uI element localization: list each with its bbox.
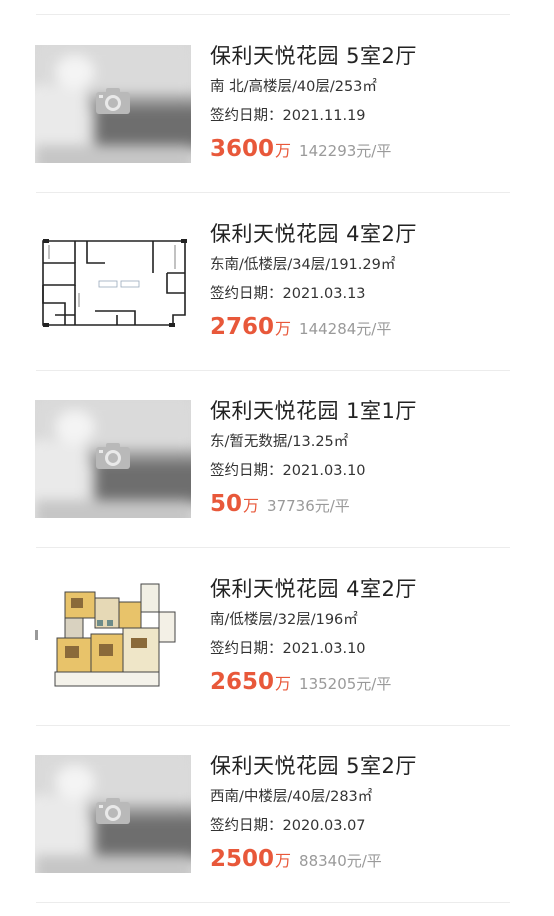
- listing-info: 保利天悦花园 4室2厅 南/低楼层/32层/196㎡ 签约日期：2021.03.…: [210, 574, 530, 699]
- listing-item[interactable]: 保利天悦花园 4室2厅 南/低楼层/32层/196㎡ 签约日期：2021.03.…: [0, 548, 554, 726]
- listing-meta: 南/低楼层/32层/196㎡: [210, 612, 358, 628]
- sign-date-label: 签约日期：: [210, 463, 283, 479]
- listing-meta: 东南/低楼层/34层/191.29㎡: [210, 257, 396, 273]
- price-row: 3600万 142293元/平: [210, 134, 530, 166]
- unit-price: 142293元/平: [299, 142, 392, 160]
- listing-thumbnail[interactable]: [35, 755, 191, 873]
- price-row: 2650万 135205元/平: [210, 667, 530, 699]
- sign-date-value: 2021.03.10: [282, 463, 366, 479]
- floor-plan-image: [35, 583, 176, 687]
- sign-date-label: 签约日期：: [210, 818, 283, 834]
- sign-date: 签约日期：2021.11.19: [210, 106, 530, 126]
- sign-date: 签约日期：2021.03.10: [210, 639, 530, 659]
- price-row: 50万 37736元/平: [210, 489, 530, 521]
- total-price: 2650: [210, 669, 275, 695]
- listing-meta: 西南/中楼层/40层/283㎡: [210, 789, 373, 805]
- listing-title: 保利天悦花园 1室1厅: [210, 399, 417, 423]
- total-price: 50: [210, 491, 243, 517]
- sign-date-label: 签约日期：: [210, 641, 283, 657]
- sign-date: 签约日期：2021.03.10: [210, 461, 530, 481]
- listing-info: 保利天悦花园 1室1厅 东/暂无数据/13.25㎡ 签约日期：2021.03.1…: [210, 396, 530, 521]
- price-unit: 万: [275, 851, 292, 870]
- unit-price: 88340元/平: [299, 852, 382, 870]
- listing-thumbnail[interactable]: [35, 45, 191, 163]
- listing-title: 保利天悦花园 4室2厅: [210, 577, 417, 601]
- listing-thumbnail[interactable]: [35, 400, 191, 518]
- sign-date: 签约日期：2021.03.13: [210, 284, 530, 304]
- sign-date: 签约日期：2020.03.07: [210, 816, 530, 836]
- sign-date-value: 2020.03.07: [282, 818, 366, 834]
- listing-meta: 东/暂无数据/13.25㎡: [210, 434, 349, 450]
- camera-icon: [96, 88, 130, 114]
- price-row: 2500万 88340元/平: [210, 844, 530, 876]
- price-unit: 万: [243, 496, 260, 515]
- price-unit: 万: [275, 141, 292, 160]
- divider: [36, 902, 510, 903]
- total-price: 2760: [210, 314, 275, 340]
- price-unit: 万: [275, 319, 292, 338]
- camera-icon: [96, 443, 130, 469]
- unit-price: 135205元/平: [299, 675, 392, 693]
- listing-item[interactable]: 保利天悦花园 5室2厅 西南/中楼层/40层/283㎡ 签约日期：2020.03…: [0, 725, 554, 903]
- listing-item[interactable]: 保利天悦花园 5室2厅 南 北/高楼层/40层/253㎡ 签约日期：2021.1…: [0, 15, 554, 193]
- unit-price: 37736元/平: [267, 497, 350, 515]
- floor-plan-image: [42, 239, 187, 327]
- total-price: 3600: [210, 136, 275, 162]
- listing-thumbnail[interactable]: [35, 578, 191, 696]
- listing-title: 保利天悦花园 5室2厅: [210, 754, 417, 778]
- listing-item[interactable]: 保利天悦花园 4室2厅 东南/低楼层/34层/191.29㎡ 签约日期：2021…: [0, 193, 554, 371]
- sign-date-value: 2021.03.13: [282, 286, 366, 302]
- listing-info: 保利天悦花园 5室2厅 南 北/高楼层/40层/253㎡ 签约日期：2021.1…: [210, 41, 530, 166]
- price-row: 2760万 144284元/平: [210, 312, 530, 344]
- unit-price: 144284元/平: [299, 320, 392, 338]
- sign-date-label: 签约日期：: [210, 286, 283, 302]
- listing-meta: 南 北/高楼层/40层/253㎡: [210, 79, 377, 95]
- listing-title: 保利天悦花园 4室2厅: [210, 222, 417, 246]
- sign-date-value: 2021.11.19: [282, 108, 366, 124]
- listing-item[interactable]: 保利天悦花园 1室1厅 东/暂无数据/13.25㎡ 签约日期：2021.03.1…: [0, 370, 554, 548]
- listing-info: 保利天悦花园 5室2厅 西南/中楼层/40层/283㎡ 签约日期：2020.03…: [210, 751, 530, 876]
- transaction-list: 保利天悦花园 5室2厅 南 北/高楼层/40层/253㎡ 签约日期：2021.1…: [0, 0, 554, 916]
- total-price: 2500: [210, 846, 275, 872]
- listing-title: 保利天悦花园 5室2厅: [210, 44, 417, 68]
- listing-thumbnail[interactable]: [35, 223, 191, 341]
- sign-date-value: 2021.03.10: [282, 641, 366, 657]
- camera-icon: [96, 798, 130, 824]
- listing-info: 保利天悦花园 4室2厅 东南/低楼层/34层/191.29㎡ 签约日期：2021…: [210, 219, 530, 344]
- sign-date-label: 签约日期：: [210, 108, 283, 124]
- price-unit: 万: [275, 674, 292, 693]
